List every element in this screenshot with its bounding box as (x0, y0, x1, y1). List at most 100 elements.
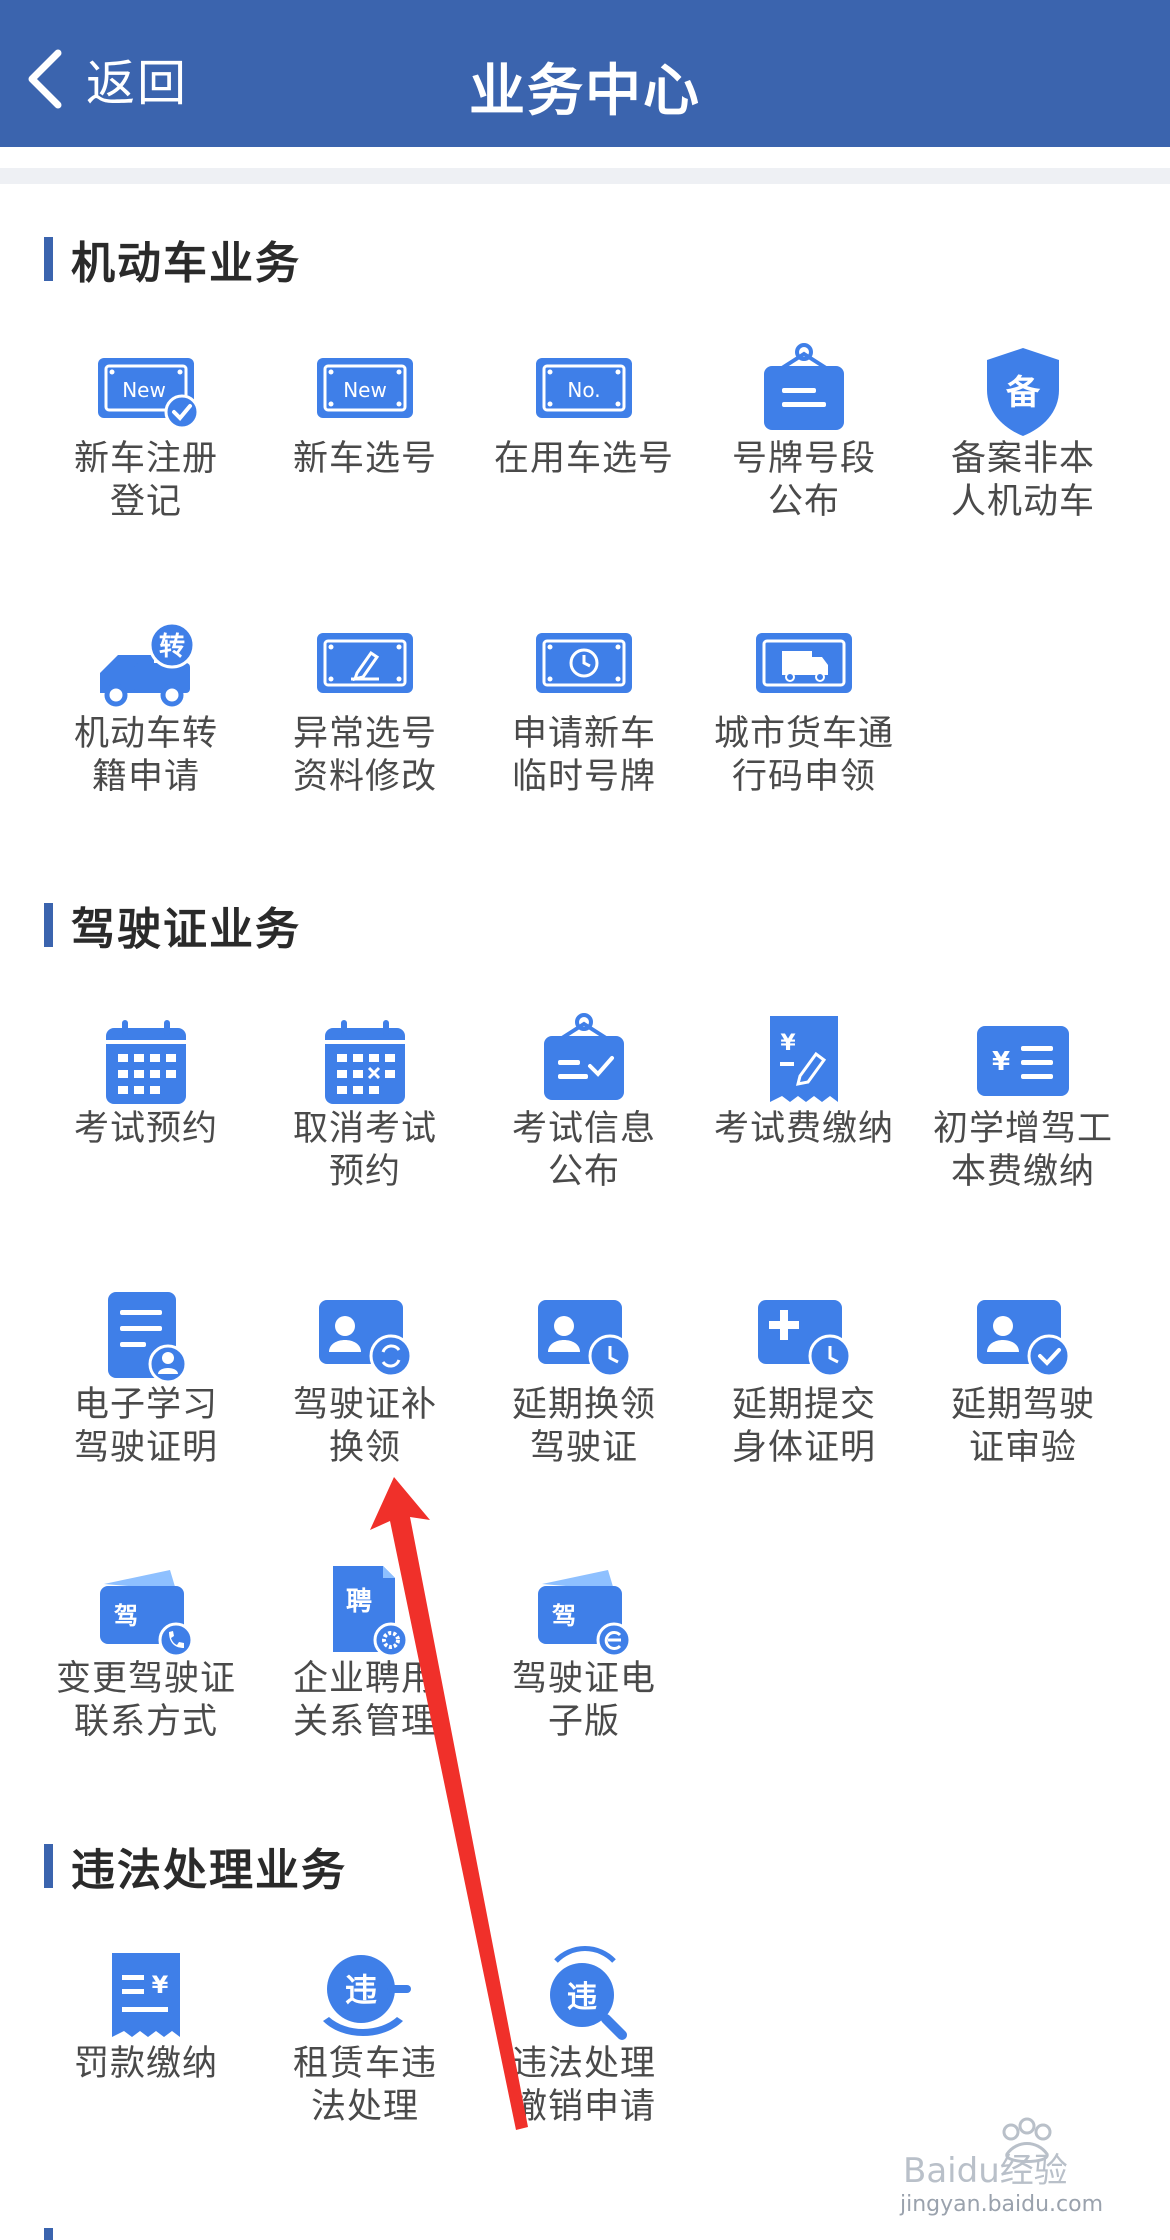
service-item-label: 延期驾驶 证审验 (950, 1385, 1095, 1468)
service-item-truck-pass[interactable]: 城市货车通 行码申领 (694, 615, 914, 825)
service-item-abnormal-number[interactable]: 异常选号 资料修改 (255, 615, 475, 825)
service-item-label: 驾驶证电 子版 (511, 1659, 656, 1742)
medical-clock-icon (752, 1286, 856, 1390)
service-item-label: 罚款缴纳 (73, 2044, 218, 2084)
service-item-label: 初学增驾工 本费缴纳 (932, 1109, 1113, 1192)
service-item-plate-range[interactable]: 号牌号段 公布 (694, 340, 914, 550)
service-item-label: 备案非本 人机动车 (950, 439, 1095, 522)
section-accent-bar (44, 903, 53, 947)
violation-search-icon: 违 (532, 1945, 636, 2049)
fine-receipt-icon: ¥ (94, 1945, 198, 2049)
section-label: 违法处理业务 (71, 1845, 347, 1896)
study-doc-icon (94, 1286, 198, 1390)
service-item-label: 延期换领 驾驶证 (511, 1385, 656, 1468)
record-shield-icon: 备 (971, 340, 1075, 444)
page-title: 业务中心 (469, 59, 701, 124)
plate-edit-icon (313, 615, 417, 719)
svg-text:违: 违 (567, 1980, 597, 2015)
svg-text:New: New (122, 378, 166, 402)
new-plate-check-icon: New (94, 340, 198, 444)
section-title-next-partial (44, 2228, 424, 2240)
service-item-label: 在用车选号 (493, 439, 674, 479)
service-item-label: 申请新车 临时号牌 (511, 714, 656, 797)
service-item-new-car-register[interactable]: New 新车注册 登记 (36, 340, 256, 550)
service-item-exam-booking[interactable]: 考试预约 (36, 1010, 256, 1220)
service-item-e-license[interactable]: 驾 驾驶证电 子版 (474, 1560, 694, 1770)
service-item-temp-plate[interactable]: 申请新车 临时号牌 (474, 615, 694, 825)
service-item-label: 号牌号段 公布 (731, 439, 876, 522)
svg-text:¥: ¥ (780, 1031, 796, 1056)
svg-text:聘: 聘 (346, 1587, 372, 1617)
service-item-label: 考试信息 公布 (511, 1109, 656, 1192)
contact-phone-icon: 驾 (94, 1560, 198, 1664)
plate-board-icon (752, 340, 856, 444)
service-item-label: 企业聘用 关系管理 (292, 1659, 437, 1742)
service-item-cost-payment[interactable]: ¥ 初学增驾工 本费缴纳 (913, 1010, 1133, 1220)
service-item-exam-info[interactable]: 考试信息 公布 (474, 1010, 694, 1220)
license-check-icon (971, 1286, 1075, 1390)
service-item-vehicle-transfer[interactable]: 转 机动车转 籍申请 (36, 615, 256, 825)
calendar-icon (94, 1010, 198, 1114)
e-license-icon: 驾 (532, 1560, 636, 1664)
service-item-e-study-proof[interactable]: 电子学习 驾驶证明 (36, 1286, 256, 1496)
service-item-fine-payment[interactable]: ¥ 罚款缴纳 (36, 1945, 256, 2155)
svg-text:备: 备 (1006, 373, 1041, 413)
section-label: 驾驶证业务 (71, 904, 301, 955)
service-item-exam-fee[interactable]: ¥ 考试费缴纳 (694, 1010, 914, 1220)
service-item-label: 异常选号 资料修改 (292, 714, 437, 797)
section-accent-bar (44, 2228, 53, 2240)
service-item-rental-violation[interactable]: 违 租赁车违 法处理 (255, 1945, 475, 2155)
service-item-cancel-exam[interactable]: 取消考试 预约 (255, 1010, 475, 1220)
svg-text:违: 违 (345, 1971, 377, 2009)
service-item-label: 取消考试 预约 (292, 1109, 437, 1192)
license-clock-icon (532, 1286, 636, 1390)
fee-receipt-icon: ¥ (752, 1010, 856, 1114)
svg-text:转: 转 (159, 632, 185, 662)
rental-violation-icon: 违 (313, 1945, 417, 2049)
section-label: 机动车业务 (71, 238, 301, 289)
service-item-hire-management[interactable]: 聘 企业聘用 关系管理 (255, 1560, 475, 1770)
svg-text:No.: No. (567, 378, 600, 402)
truck-transfer-icon: 转 (94, 615, 198, 719)
service-item-change-contact[interactable]: 驾 变更驾驶证 联系方式 (36, 1560, 256, 1770)
service-item-record-vehicle[interactable]: 备 备案非本 人机动车 (913, 340, 1133, 550)
service-item-used-car-number[interactable]: No. 在用车选号 (474, 340, 694, 550)
cost-list-icon: ¥ (971, 1010, 1075, 1114)
service-item-label: 机动车转 籍申请 (73, 714, 218, 797)
truck-pass-icon (752, 615, 856, 719)
service-item-new-car-number[interactable]: New 新车选号 (255, 340, 475, 550)
plate-clock-icon (532, 615, 636, 719)
service-item-violation-cancel[interactable]: 违 违法处理 撤销申请 (474, 1945, 694, 2155)
service-item-label: 考试费缴纳 (713, 1109, 894, 1149)
hire-gear-icon: 聘 (313, 1560, 417, 1664)
service-item-delay-medical[interactable]: 延期提交 身体证明 (694, 1286, 914, 1496)
service-item-label: 新车注册 登记 (73, 439, 218, 522)
no-plate-icon: No. (532, 340, 636, 444)
divider (0, 168, 1170, 184)
svg-text:New: New (343, 378, 387, 402)
calendar-cancel-icon (313, 1010, 417, 1114)
service-item-delay-review[interactable]: 延期驾驶 证审验 (913, 1286, 1133, 1496)
service-item-delay-renew[interactable]: 延期换领 驾驶证 (474, 1286, 694, 1496)
service-item-label: 延期提交 身体证明 (731, 1385, 876, 1468)
section-title-license: 驾驶证业务 (44, 900, 301, 955)
new-plate-icon: New (313, 340, 417, 444)
service-item-label: 驾驶证补 换领 (292, 1385, 437, 1468)
svg-text:驾: 驾 (552, 1602, 576, 1630)
svg-text:Baidu经验: Baidu经验 (903, 2151, 1068, 2191)
service-item-label: 考试预约 (73, 1109, 218, 1149)
svg-text:¥: ¥ (152, 1971, 169, 1999)
service-item-label: 租赁车违 法处理 (292, 2044, 437, 2127)
top-nav-bar: 返回 业务中心 (0, 0, 1170, 147)
svg-text:¥: ¥ (992, 1047, 1010, 1077)
section-title-violation: 违法处理业务 (44, 1841, 347, 1896)
exam-board-icon (532, 1010, 636, 1114)
section-accent-bar (44, 237, 53, 281)
svg-text:驾: 驾 (114, 1602, 138, 1630)
service-item-label: 违法处理 撤销申请 (511, 2044, 656, 2127)
service-item-license-renew[interactable]: 驾驶证补 换领 (255, 1286, 475, 1496)
section-title-vehicle: 机动车业务 (44, 234, 301, 289)
license-renew-icon (313, 1286, 417, 1390)
section-accent-bar (44, 1844, 53, 1888)
service-item-label: 变更驾驶证 联系方式 (55, 1659, 236, 1742)
